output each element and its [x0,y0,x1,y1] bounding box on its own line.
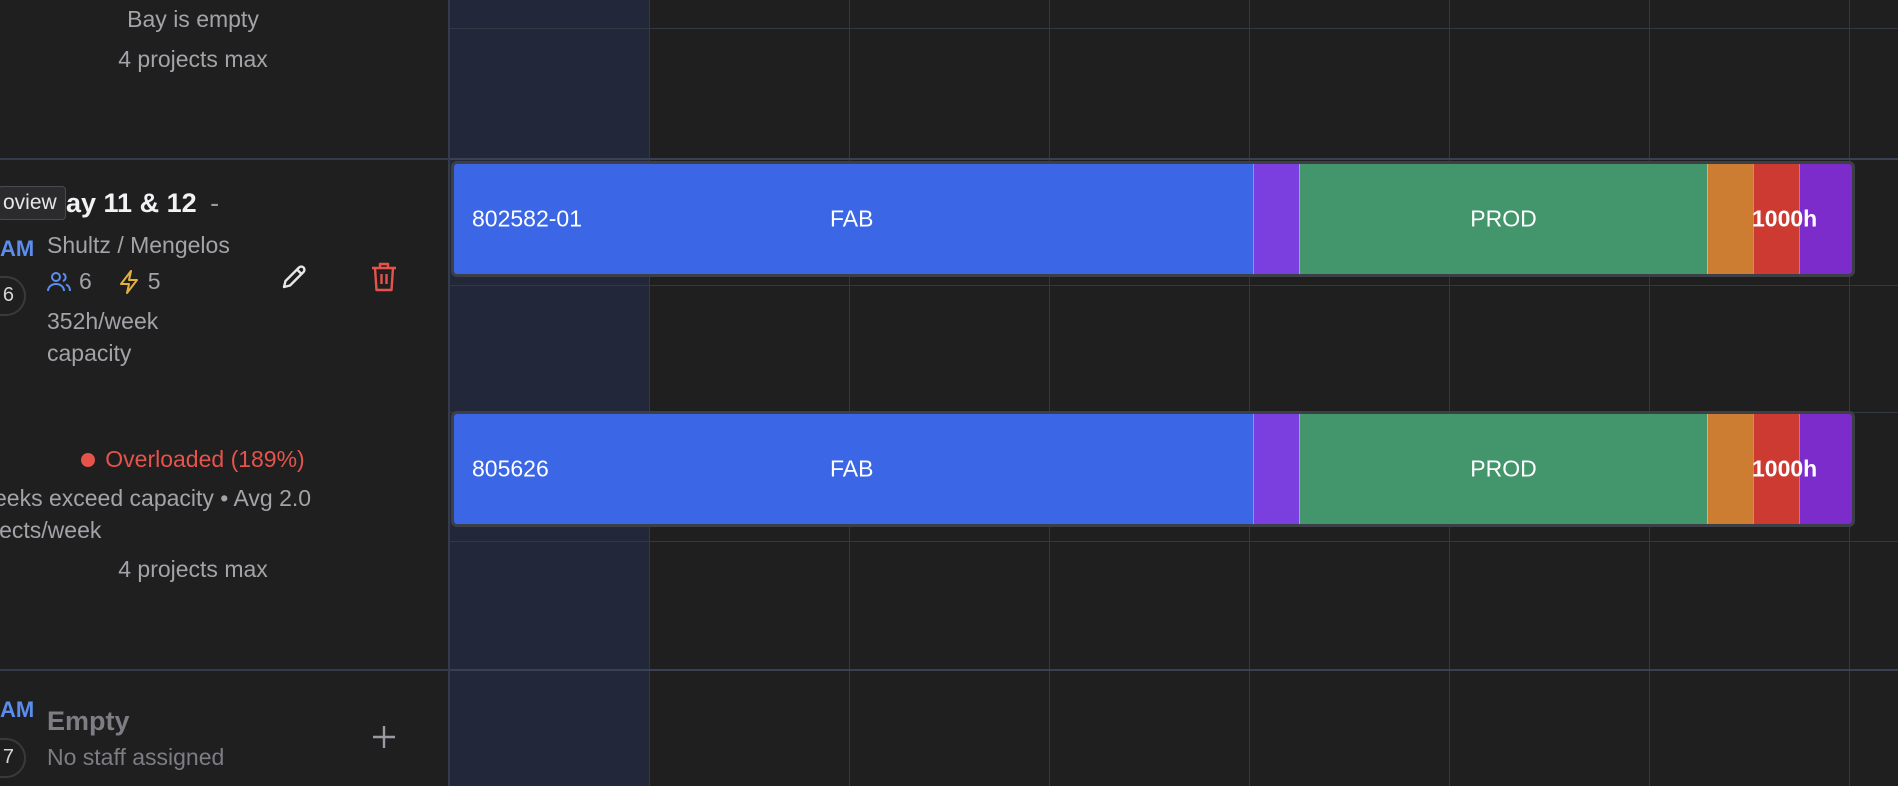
status-badge: Overloaded (189%) [105,446,305,472]
bay-sidebar: Bay is empty 4 projects max oview ay 11 … [0,0,448,786]
bay-max-text: 4 projects max [118,556,268,582]
bay-number-badge: 6 [0,276,26,316]
bay-title[interactable]: ay 11 & 12 - [66,188,219,219]
project-bar[interactable]: 802582-01 FAB PROD 1000h [451,161,1855,277]
phase-label: PROD [1470,205,1537,232]
phase-label: FAB [830,455,874,482]
pencil-icon [279,262,309,292]
lightning-icon [118,269,140,294]
plus-icon [371,724,397,750]
fab-phase: 805626 FAB [454,414,1253,524]
bay-gridline [450,669,1898,671]
project-id: 805626 [472,455,549,482]
empty-bay-subtitle: No staff assigned [47,744,225,770]
bay-empty-text: Bay is empty [127,6,259,32]
phase-segment [1707,414,1753,524]
staff-names: Shultz / Mengelos [47,232,230,258]
schedule-timeline[interactable]: 802582-01 FAB PROD 1000h 805626 FAB PROD… [450,0,1898,786]
phase-segment [1707,164,1753,274]
bay-divider [0,669,448,671]
row-gridline [450,541,1898,542]
project-id: 802582-01 [472,205,582,232]
delete-bay-button[interactable] [364,257,404,297]
hours-label: 1000h [1752,205,1818,232]
capacity-hours: 352h/week [47,308,159,334]
shift-tag: AM [0,697,35,722]
stats-row: 6 5 [47,268,161,295]
capacity-detail: eeks exceed capacity • Avg 2.0 jects/wee… [0,482,394,546]
power-count: 5 [147,268,161,294]
bay-number: 7 [2,746,14,768]
status-dot [81,452,96,467]
phase-label: FAB [830,205,874,232]
project-bar[interactable]: 805626 FAB PROD 1000h [451,411,1855,527]
bay-title-text: ay 11 & 12 [66,188,197,218]
people-icon [47,271,71,293]
phase-label: PROD [1470,455,1537,482]
bay-gridline [450,158,1898,160]
capacity-label: capacity [47,340,132,366]
fab-phase: 802582-01 FAB [454,164,1253,274]
phase-segment [1253,414,1299,524]
prod-phase: PROD [1299,164,1707,274]
capacity-info: 352h/week capacity [47,305,158,369]
people-count: 6 [79,268,92,294]
overview-tooltip: oview [0,186,66,220]
edit-bay-button[interactable] [274,257,314,297]
bay-title-suffix: - [210,188,220,218]
capacity-detail-line2: jects/week [0,517,102,543]
add-staff-button[interactable] [364,717,404,757]
shift-tag: AM [0,236,35,261]
bay-number: 6 [2,284,14,306]
row-gridline [450,285,1898,286]
bay-divider [0,158,448,160]
prod-phase: PROD [1299,414,1707,524]
status-row: Overloaded (189%) [0,446,386,473]
bay-max-text: 4 projects max [118,46,268,72]
hours-label: 1000h [1752,455,1818,482]
phase-segment [1253,164,1299,274]
trash-icon [370,261,398,293]
empty-bay-title: Empty [47,706,130,736]
capacity-detail-line1: eeks exceed capacity • Avg 2.0 [0,485,312,511]
row-gridline [450,28,1898,29]
bay-number-badge: 7 [0,738,26,778]
